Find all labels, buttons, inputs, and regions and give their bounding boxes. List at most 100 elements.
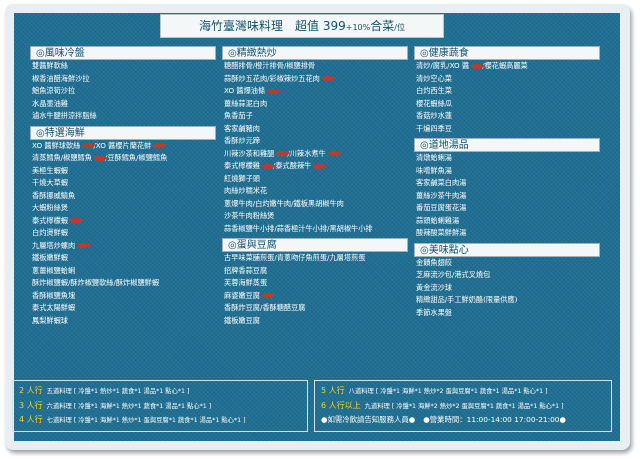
- party-size-courses: 九道料理 [ 冷盤*1 海鮮*2 熱炒*2 蛋與豆腐*1 蔬食*1 湯品*1 點…: [364, 402, 564, 410]
- menu-item: 椒香油醋海鮮沙拉: [32, 73, 226, 86]
- fish-icon: [471, 63, 486, 69]
- party-size-label: 2 人行: [19, 386, 43, 395]
- menu-item-text: 薑絲蒜泥白肉: [224, 98, 268, 108]
- menu-item-text: 黃金流沙球: [416, 282, 452, 292]
- menu-item-text: 干煸四季豆: [416, 123, 452, 133]
- menu-item: 白灼燙鮮蝦: [32, 227, 226, 240]
- party-size-courses: 六道料理 [ 冷盤*1 海鮮*1 熱炒*1 蔬食*1 湯品*1 點心*1 ]: [46, 402, 212, 410]
- menu-item-text: 客家鹹菜白肉湯: [416, 178, 467, 187]
- menu-item-text: 泰式太陽鮮蝦: [32, 303, 76, 312]
- fish-icon: [261, 293, 276, 298]
- menu-item-text: 鳳梨鮮蝦球: [32, 315, 68, 325]
- menu-item: 蒜頭蛤蜊雞湯: [416, 215, 610, 228]
- fish-icon: [69, 218, 84, 223]
- menu-item: 酸辣酸菜鮮鮮湯: [416, 227, 610, 240]
- party-size-row: 2 人行 五道料理 [ 冷盤*1 熱炒*1 蔬食*1 湯品*1 點心*1 ]: [19, 384, 301, 399]
- list-stirfry: 糖醋排骨/橙汁排骨/椒鹽排骨 蒜酥炒五花肉/彩椒辣炒五花肉 XO 醬爆油條 薑絲蒜泥白…: [222, 60, 418, 235]
- menu-item: 川辣沙茶和雞腿/川辣水煮牛: [224, 148, 418, 161]
- menu-item: 鐵板嫩豆腐: [224, 315, 418, 328]
- menu-item-text: 蒜香椒鹽牛小排/蒜香極汁牛小排/黑胡椒牛小排: [224, 223, 373, 233]
- menu-item: 香酥炸豆腐/香酥糖醋豆腐: [224, 302, 418, 315]
- section-header-cold: ◎風味冷盤: [30, 46, 216, 60]
- menu-item: 櫻花蝦絲瓜: [416, 98, 610, 111]
- menu-item-text: 鮑魚涼筍沙拉: [32, 86, 76, 95]
- party-size-row: 3 人行 六道料理 [ 冷盤*1 海鮮*1 熱炒*1 蔬食*1 湯品*1 點心*1…: [19, 399, 301, 414]
- menu-item: 酥炸椒鹽蝦/酥炸椒鹽軟絲/酥炸椒鹽鮮蝦: [32, 277, 226, 290]
- menu-item-text: 客家鹹豬肉: [224, 123, 260, 133]
- menu-item-text: 泰式檸檬雞: [224, 161, 260, 170]
- footer: 2 人行 五道料理 [ 冷盤*1 熱炒*1 蔬食*1 湯品*1 點心*1 ] 3 …: [12, 380, 612, 432]
- column-middle: ◎精緻熱炒 糖醋排骨/橙汁排骨/椒鹽排骨 蒜酥炒五花肉/彩椒辣炒五花肉 XO 醬爆油…: [222, 46, 418, 327]
- menu-item-text: 香酥椒鹽魚塊: [32, 290, 76, 300]
- menu-item-text: 大蝦粉絲煲: [32, 203, 68, 212]
- menu-item-text: 椒香油醋海鮮沙拉: [32, 73, 90, 83]
- menu-item-text: 酥炸椒鹽蝦/酥炸椒鹽軟絲/酥炸椒鹽鮮蝦: [32, 278, 160, 287]
- menu-item-text: 精緻甜品/手工鮮奶酪(限量供應): [416, 295, 518, 304]
- menu-item-text: 金饋魚翅餃: [416, 257, 452, 267]
- menu-item-text: 清燉蛤蜊湯: [416, 153, 452, 162]
- fish-icon: [153, 143, 168, 148]
- menu-item-text: 鐵板嫩豆腐: [224, 315, 260, 325]
- menu-item-text: /川辣水煮牛: [287, 148, 326, 158]
- drink-notice: ●如需冷飲請告知服務人員●: [321, 415, 416, 424]
- menu-item: XO 醬爆油條: [224, 85, 418, 98]
- title-per-person: /位: [394, 23, 405, 32]
- menu-item-text: 九層塔炒螺肉: [32, 240, 76, 250]
- menu-item-text: 蒜頭蛤蜊雞湯: [416, 215, 460, 225]
- section-header-dessert: ◎美味點心: [414, 242, 600, 257]
- notice-row: ●如需冷飲請告知服務人員● ●營業時間：11:00-14:00 17:00-21…: [321, 413, 605, 428]
- menu-item-text: XO 醬爆油條: [224, 86, 266, 95]
- menu-item: 沙茶牛肉粉絲煲: [224, 210, 418, 223]
- menu-item-text: 味噌鮮魚湯: [416, 165, 452, 175]
- menu-item: 清燉蛤蜊湯: [416, 152, 610, 165]
- menu-item: 香酥挪威鯖魚: [32, 190, 226, 203]
- menu-item: 季節水果盤: [416, 307, 610, 320]
- menu-item: 黃金流沙球: [416, 282, 610, 295]
- menu-item-text: 美極生蝦蝦: [32, 165, 68, 175]
- menu-item-text: 番茄豆腐蛋花湯: [416, 203, 467, 212]
- menu-item: 泰式檸檬蝦: [32, 215, 226, 228]
- menu-item-text: 魚香茄子: [224, 111, 253, 120]
- menu-item-text: 麻婆嫩豆腐: [224, 290, 260, 300]
- menu-item: 白灼西生菜: [416, 85, 610, 98]
- menu-item-text: 清蒸鱈魚/椒鹽鱈魚: [32, 153, 92, 162]
- party-size-label: 5 人行: [321, 386, 345, 395]
- menu-item: 芝麻流沙包/港式叉燒包: [416, 269, 610, 282]
- menu-title: 海竹臺灣味料理 超值 399+10%合菜/位: [160, 14, 444, 38]
- menu-item: 雙醬鮮軟絲: [32, 60, 226, 73]
- menu-item: 味噌鮮魚湯: [416, 165, 610, 178]
- menu-item: 泰式檸檬雞/泰式酸辣牛: [224, 160, 418, 173]
- section-header-eggtofu: ◎蛋與豆腐: [222, 238, 408, 252]
- menu-item: 蒜香椒鹽牛小排/蒜香極汁牛小排/黑胡椒牛小排: [224, 223, 418, 236]
- menu-item: 九層塔炒螺肉: [32, 240, 226, 253]
- menu-item-text: 蒜酥炒五花肉/彩椒辣炒五花肉: [224, 73, 320, 83]
- menu-item-text: 白灼西生菜: [416, 86, 452, 95]
- menu-item: 美極生蝦蝦: [32, 165, 226, 178]
- section-header-stirfry: ◎精緻熱炒: [222, 46, 408, 60]
- menu-item: 香酥炒元蹄: [224, 135, 418, 148]
- section-header-veg: ◎健康蔬食: [414, 46, 600, 60]
- list-soup: 清燉蛤蜊湯味噌鮮魚湯客家鹹菜白肉湯 薑絲沙茶牛肉湯 番茄豆腐蛋花湯 蒜頭蛤蜊雞湯酸辣酸…: [414, 152, 610, 240]
- menu-item-text: 薑絲沙茶牛肉湯: [416, 190, 467, 200]
- title-tail: 合菜: [370, 19, 395, 33]
- menu-item-text: 泰式檸檬蝦: [32, 215, 68, 225]
- footer-right-box: 5 人行 八道料理 [ 冷盤*1 海鮮*1 熱炒*2 蛋與豆腐*1 蔬食*1 湯品…: [314, 380, 612, 432]
- party-size-row: 4 人行 七道料理 [ 冷盤*1 海鮮*1 熱炒*1 蛋與豆腐*1 蔬食*1 湯品…: [19, 413, 301, 428]
- party-size-row: 5 人行 八道料理 [ 冷盤*1 海鮮*1 熱炒*2 蛋與豆腐*1 蔬食*1 湯品…: [321, 384, 605, 399]
- menu-item: XO 醬鮮球軟絲/XO 醬櫻片蘭花蚌: [32, 140, 226, 153]
- menu-item: 鳳梨鮮蝦球: [32, 315, 226, 328]
- menu-item-text: 清炒空心菜: [416, 73, 452, 83]
- list-dessert: 金饋魚翅餃芝麻流沙包/港式叉燒包 黃金流沙球精緻甜品/手工鮮奶酪(限量供應) 季節水…: [414, 257, 610, 320]
- menu-item-text: 干燒大草蝦: [32, 178, 68, 187]
- title-main: 海竹臺灣味料理 超值 399: [199, 19, 346, 33]
- party-size-label: 4 人行: [19, 415, 43, 424]
- fish-icon: [261, 163, 276, 169]
- menu-item-text: 香酥挪威鯖魚: [32, 190, 76, 200]
- menu-item: 麻婆嫩豆腐: [224, 290, 418, 303]
- menu-item: 香酥椒鹽魚塊: [32, 290, 226, 303]
- party-size-courses: 七道料理 [ 冷盤*1 海鮮*1 熱炒*1 蛋與豆腐*1 蔬食*1 湯品*1 點…: [46, 417, 246, 424]
- party-size-label: 3 人行: [19, 400, 43, 410]
- column-right: ◎健康蔬食 清炒/腐乳/XO 醬/櫻花蝦高麗菜 清炒空心菜 白灼西生菜 櫻花蝦絲瓜 香菇…: [414, 46, 610, 319]
- menu-item-text: 沙茶牛肉粉絲煲: [224, 211, 275, 220]
- list-cold: 雙醬鮮軟絲 椒香油醋海鮮沙拉 鮑魚涼筍沙拉 水晶墨油雞 滷水牛腱拼涼拌脂絲: [30, 60, 226, 123]
